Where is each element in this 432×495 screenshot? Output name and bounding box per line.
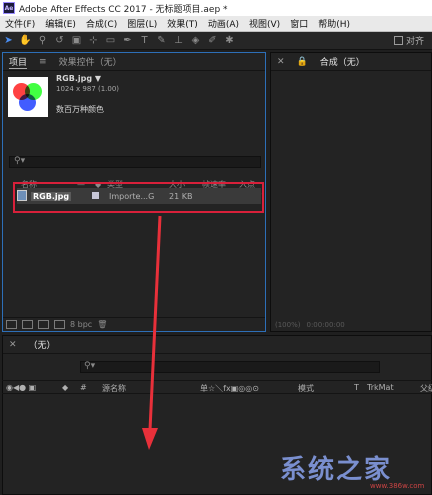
- watermark-url: www.386w.com: [370, 482, 425, 490]
- watermark-logo: 系统之家 www.386w.com: [258, 447, 432, 495]
- annotation-arrow: [142, 215, 162, 450]
- watermark-text: 系统之家: [280, 455, 393, 485]
